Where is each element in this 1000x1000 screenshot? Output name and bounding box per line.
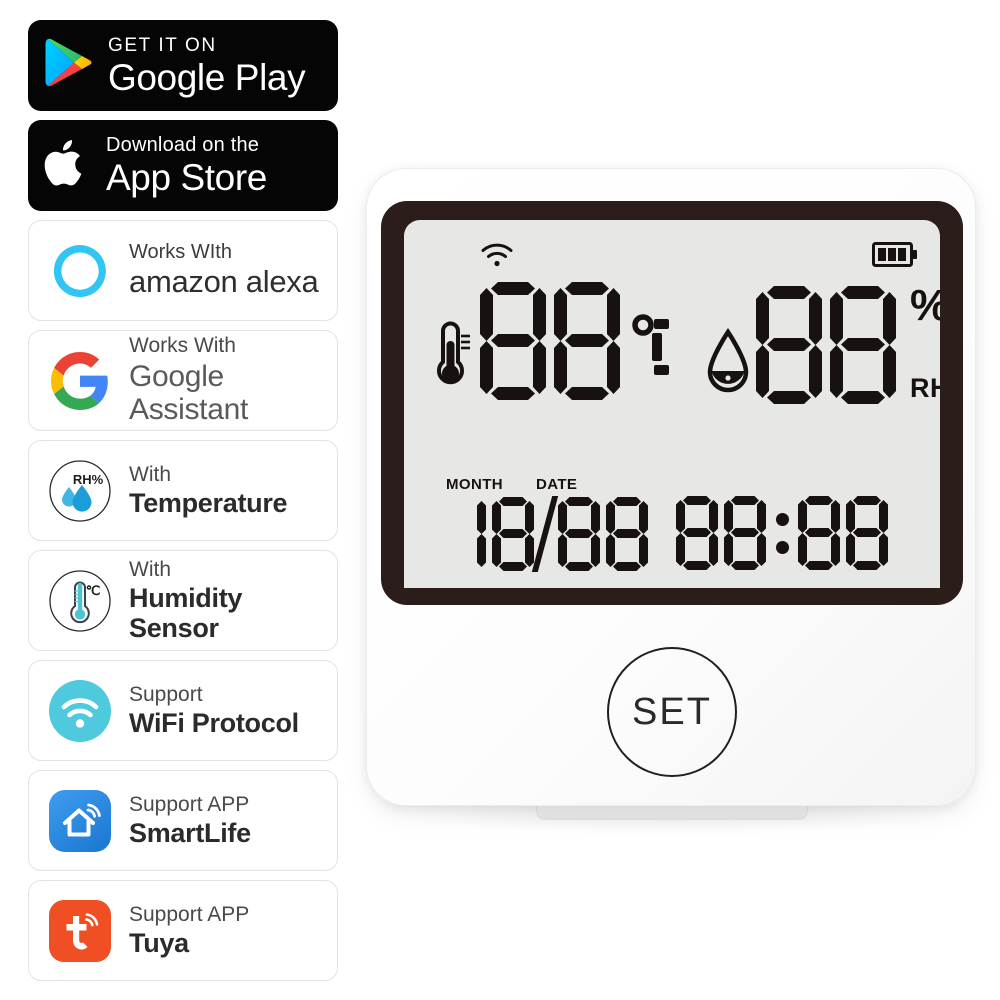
lcd-percent-label: % [910,284,940,328]
svg-text:℃: ℃ [86,583,101,598]
lcd-humidity-units: % RH [908,282,940,404]
hum-digit-2 [830,286,896,404]
device-body: % RH MONTH DATE [366,168,976,806]
temp-digit-1 [480,282,546,400]
app-store-large-label: App Store [106,157,267,198]
thermometer-icon: ℃ [47,568,113,634]
clock-minute-digit-2 [846,496,888,570]
smartlife-bottom-label: SmartLife [129,818,251,849]
tuya-bottom-label: Tuya [129,928,189,959]
feature-text-google-assistant: Works With Google Assistant [129,334,327,427]
clock-minute-digit-1 [798,496,840,570]
feature-card-humidity[interactable]: ℃ With Humidity Sensor [28,550,338,651]
apple-logo-icon [42,134,92,197]
lcd-temperature-digits [480,282,628,400]
google-play-text: GET IT ON Google Play [108,34,306,98]
feature-text-tuya: Support APP Tuya [129,903,249,959]
tuya-top-label: Support APP [129,902,250,926]
date-month-digit-1 [444,497,486,571]
smartlife-top-label: Support APP [129,792,250,816]
lcd-date-block: MONTH DATE [444,476,654,572]
lcd-wifi-signal-icon [480,242,514,273]
wifi-top-label: Support [129,682,203,706]
alexa-top-label: Works WIth [129,240,232,263]
google-play-large-label: Google Play [108,56,306,98]
temperature-top-label: With [129,462,171,486]
set-button[interactable]: SET [607,647,737,777]
lcd-rh-label: RH [910,373,940,403]
feature-text-smartlife: Support APP SmartLife [129,793,251,849]
lcd-panel: % RH MONTH DATE [404,220,940,588]
device-photo: % RH MONTH DATE [360,168,982,840]
feature-card-smartlife[interactable]: Support APP SmartLife [28,770,338,871]
badge-column: GET IT ON Google Play Download on the Ap… [28,20,338,981]
feature-text-wifi: Support WiFi Protocol [129,683,299,739]
tuya-app-icon [47,898,113,964]
lcd-water-drop-icon [704,327,752,402]
app-store-text: Download on the App Store [106,135,267,196]
lcd-month-label: MONTH [446,476,503,493]
set-button-label: SET [632,690,712,733]
amazon-alexa-icon [47,238,113,304]
lcd-celsius-unit-icon [632,313,670,398]
lcd-date-labels: MONTH DATE [444,476,654,494]
lcd-battery-full-icon [872,242,918,272]
humidity-droplets-icon: RH% [47,458,113,524]
feature-text-alexa: Works WIth amazon alexa [129,240,319,300]
google-play-icon [42,35,94,96]
humidity-bottom-label: Humidity Sensor [129,583,243,644]
feature-text-temperature: With Temperature [129,462,288,519]
google-assistant-top-label: Works With [129,334,236,358]
lcd-humidity-digits [756,286,904,404]
clock-hour-digit-1 [676,496,718,570]
date-day-digit-1 [558,497,600,571]
lcd-date-digits [444,496,654,572]
lcd-humidity-reading: % RH [704,282,940,404]
google-g-icon [47,348,113,414]
humidity-top-label: With [129,557,171,581]
feature-card-alexa[interactable]: Works WIth amazon alexa [28,220,338,321]
date-day-digit-2 [606,497,648,571]
hum-digit-1 [756,286,822,404]
google-play-small-label: GET IT ON [108,34,217,56]
lcd-day-label: DATE [536,476,578,493]
app-store-badge[interactable]: Download on the App Store [28,120,338,211]
lcd-date-separator [531,496,559,572]
lcd-clock-separator [772,496,794,570]
date-month-digit-2 [492,497,534,571]
temp-digit-2 [554,282,620,400]
clock-hour-digit-2 [724,496,766,570]
lcd-clock-block [676,496,894,570]
alexa-bottom-label: amazon alexa [129,264,319,300]
temperature-bottom-label: Temperature [129,488,288,519]
google-play-badge[interactable]: GET IT ON Google Play [28,20,338,111]
app-store-small-label: Download on the [106,134,260,156]
smart-life-app-icon [47,788,113,854]
lcd-temperature-reading [434,282,670,400]
feature-text-humidity: With Humidity Sensor [129,558,327,644]
google-assistant-bottom-label: Google Assistant [129,359,249,427]
feature-card-temperature[interactable]: RH% With Temperature [28,440,338,541]
lcd-thermometer-icon [434,319,474,398]
lcd-bezel: % RH MONTH DATE [381,201,963,605]
feature-card-tuya[interactable]: Support APP Tuya [28,880,338,981]
feature-card-wifi[interactable]: Support WiFi Protocol [28,660,338,761]
svg-text:RH%: RH% [73,472,104,487]
wifi-bottom-label: WiFi Protocol [129,708,299,739]
wifi-icon [47,678,113,744]
feature-card-google-assistant[interactable]: Works With Google Assistant [28,330,338,431]
